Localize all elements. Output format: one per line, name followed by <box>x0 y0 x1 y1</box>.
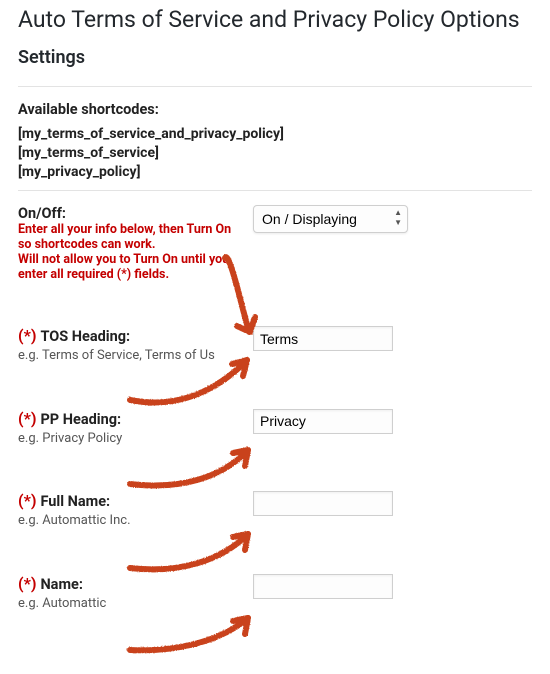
onoff-label: On/Off: <box>18 205 247 222</box>
divider <box>18 86 532 87</box>
name-label: Name: <box>40 576 82 593</box>
shortcode-item: [my_terms_of_service] <box>18 145 532 161</box>
divider <box>18 190 532 191</box>
shortcode-item: [my_terms_of_service_and_privacy_policy] <box>18 126 532 142</box>
shortcodes-heading: Available shortcodes: <box>18 101 532 118</box>
page-title: Auto Terms of Service and Privacy Policy… <box>18 6 532 33</box>
shortcodes-list: [my_terms_of_service_and_privacy_policy]… <box>18 126 532 180</box>
pp-heading-input[interactable] <box>253 409 393 434</box>
required-mark: (*) <box>18 409 40 428</box>
tos-heading-hint: e.g. Terms of Service, Terms of Us <box>18 347 247 365</box>
full-name-input[interactable] <box>253 491 393 516</box>
settings-subtitle: Settings <box>18 47 532 68</box>
name-input[interactable] <box>253 574 393 599</box>
full-name-label: Full Name: <box>40 493 110 510</box>
onoff-note: Will not allow you to Turn On until you … <box>18 252 247 282</box>
name-hint: e.g. Automattic <box>18 595 247 613</box>
required-mark: (*) <box>18 326 40 345</box>
onoff-note: Enter all your info below, then Turn On … <box>18 222 247 252</box>
full-name-hint: e.g. Automattic Inc. <box>18 512 247 530</box>
required-mark: (*) <box>18 491 40 510</box>
pp-heading-label: PP Heading: <box>40 411 121 428</box>
required-mark: (*) <box>18 574 40 593</box>
tos-heading-label: TOS Heading: <box>40 328 130 345</box>
tos-heading-input[interactable] <box>253 326 393 351</box>
onoff-select[interactable]: On / Displaying <box>253 205 408 233</box>
pp-heading-hint: e.g. Privacy Policy <box>18 430 247 448</box>
shortcode-item: [my_privacy_policy] <box>18 164 532 180</box>
